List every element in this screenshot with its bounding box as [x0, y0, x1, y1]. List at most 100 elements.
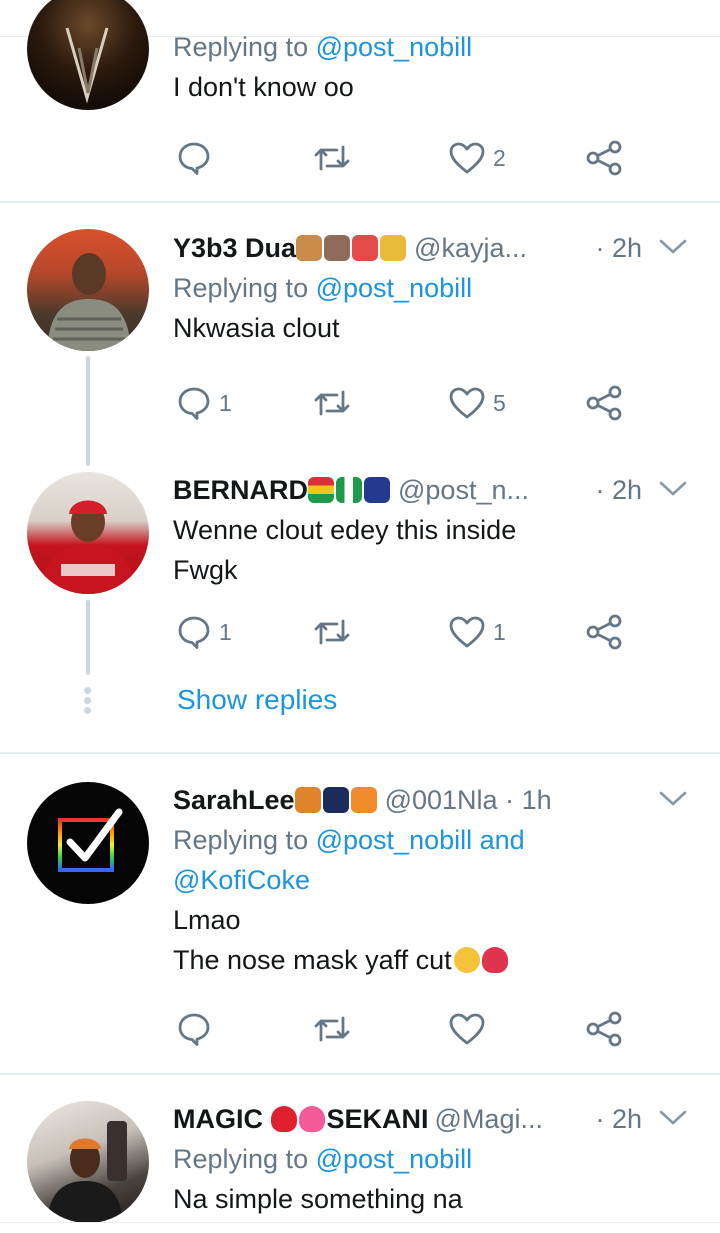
- mention-link[interactable]: @post_nobill: [316, 32, 473, 62]
- avatar[interactable]: [27, 782, 149, 904]
- retweet-button[interactable]: [312, 383, 352, 423]
- thread-line: [86, 356, 90, 466]
- display-name[interactable]: BERNARD: [173, 475, 308, 505]
- tweet-divider: [0, 752, 720, 754]
- tweet-divider: [0, 201, 720, 203]
- display-name[interactable]: MAGIC: [173, 1104, 263, 1134]
- share-button[interactable]: [585, 138, 623, 178]
- checkbox-logo-icon: [58, 808, 123, 872]
- thread-line: [86, 600, 90, 675]
- chevron-down-icon[interactable]: [656, 784, 690, 814]
- heart-icon: [449, 616, 485, 648]
- share-icon: [586, 385, 622, 421]
- user-handle[interactable]: @Magi...: [435, 1104, 543, 1134]
- mention-link[interactable]: @KofiCoke: [173, 865, 310, 895]
- like-button[interactable]: 1: [449, 612, 506, 652]
- emoji-icon: [350, 787, 377, 813]
- retweet-button[interactable]: [312, 1009, 352, 1049]
- reply-button[interactable]: 1: [177, 383, 232, 423]
- show-replies-link[interactable]: Show replies: [177, 684, 337, 716]
- avatar[interactable]: [27, 0, 149, 110]
- display-name[interactable]: SarahLee: [173, 785, 295, 815]
- timestamp[interactable]: · 2h: [595, 228, 642, 268]
- tweet-text: Nkwasia clout: [173, 313, 340, 343]
- user-handle[interactable]: @001Nla: [385, 785, 498, 815]
- timestamp[interactable]: · 2h: [595, 470, 642, 510]
- replying-to: Replying to @post_nobill: [173, 273, 473, 303]
- display-name[interactable]: Y3b3 Dua: [173, 233, 296, 263]
- reply-icon: [178, 616, 210, 649]
- avatar-person-icon: [47, 1121, 127, 1223]
- share-icon: [586, 614, 622, 650]
- emoji-icon: [352, 235, 379, 261]
- replying-to: Replying to @post_nobill: [173, 1144, 473, 1174]
- reply-icon: [178, 142, 210, 175]
- emoji-icon: [364, 477, 390, 503]
- chevron-down-icon[interactable]: [656, 474, 690, 504]
- mention-link[interactable]: @post_nobill and: [316, 825, 525, 855]
- reply-button[interactable]: [177, 1009, 211, 1049]
- share-icon: [586, 140, 622, 176]
- user-handle[interactable]: @post_n...: [398, 475, 529, 505]
- tweet-header: SarahLee @001Nla · 1h: [173, 780, 696, 820]
- avatar[interactable]: [27, 229, 149, 351]
- mention-link[interactable]: @post_nobill: [316, 273, 473, 303]
- replying-to: Replying to @post_nobill and: [173, 825, 525, 855]
- retweet-icon: [314, 619, 350, 645]
- tweet-header: MAGIC SEKANI @Magi... · 2h: [173, 1099, 696, 1139]
- heart-icon: [449, 387, 485, 419]
- reply-button[interactable]: 1: [177, 612, 232, 652]
- retweet-button[interactable]: [312, 138, 352, 178]
- emoji-icon: [294, 787, 321, 813]
- emoji-icon: [380, 235, 407, 261]
- replying-to-continued: @KofiCoke: [173, 860, 696, 900]
- tweet-text: I don't know oo: [173, 72, 354, 102]
- emoji-icon: [308, 477, 334, 503]
- retweet-button[interactable]: [312, 612, 352, 652]
- chevron-down-icon[interactable]: [656, 1103, 690, 1133]
- like-count: 5: [493, 389, 506, 416]
- emoji-icon: [336, 477, 362, 503]
- retweet-icon: [314, 390, 350, 416]
- like-count: 1: [493, 618, 506, 645]
- emoji-icon: [324, 235, 351, 261]
- display-name-suffix[interactable]: SEKANI: [327, 1104, 429, 1134]
- reply-button[interactable]: [177, 138, 211, 178]
- avatar[interactable]: [27, 472, 149, 594]
- retweet-icon: [314, 1016, 350, 1042]
- mention-link[interactable]: @post_nobill: [316, 1144, 473, 1174]
- broken-heart-emoji-icon: [481, 947, 508, 973]
- tweet-text: Na simple something na: [173, 1184, 463, 1214]
- share-button[interactable]: [585, 1009, 623, 1049]
- like-count: 2: [493, 144, 506, 171]
- laughing-emoji-icon: [453, 947, 480, 973]
- replying-to: Replying to @post_nobill: [173, 32, 473, 62]
- emoji-icon: [322, 787, 349, 813]
- like-button[interactable]: [449, 1009, 485, 1049]
- user-handle[interactable]: @kayja...: [414, 233, 527, 263]
- timestamp[interactable]: · 1h: [505, 785, 552, 815]
- reply-icon: [178, 1013, 210, 1046]
- reply-icon: [178, 387, 210, 420]
- chevron-down-icon[interactable]: [656, 232, 690, 262]
- like-button[interactable]: 2: [449, 138, 506, 178]
- share-button[interactable]: [585, 612, 623, 652]
- timestamp[interactable]: · 2h: [595, 1099, 642, 1139]
- tweet-header: BERNARD @post_n... · 2h: [173, 470, 696, 510]
- tweet-divider: [0, 1073, 720, 1075]
- heart-icon: [449, 142, 485, 174]
- emoji-icon: [296, 235, 323, 261]
- thread-dots: [84, 687, 92, 717]
- avatar[interactable]: [27, 1101, 149, 1223]
- reply-count: 1: [219, 618, 232, 645]
- sparkling-heart-emoji-icon: [298, 1106, 325, 1132]
- avatar-person-icon: [41, 500, 135, 594]
- bottom-divider: [0, 1222, 720, 1223]
- retweet-icon: [314, 145, 350, 171]
- like-button[interactable]: 5: [449, 383, 506, 423]
- share-icon: [586, 1011, 622, 1047]
- red-heart-emoji-icon: [270, 1106, 297, 1132]
- tweet-header: Y3b3 Dua @kayja... · 2h: [173, 228, 696, 268]
- share-button[interactable]: [585, 383, 623, 423]
- avatar-person-icon: [47, 253, 131, 351]
